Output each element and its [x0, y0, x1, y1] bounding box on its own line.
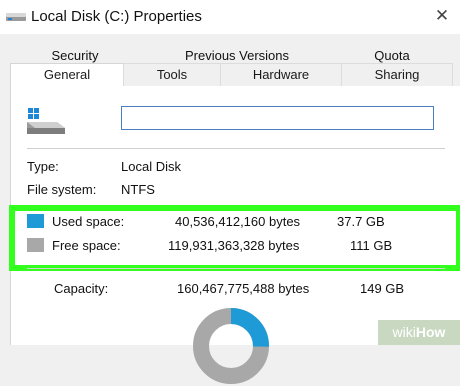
type-label: Type: — [27, 159, 59, 174]
free-space-bytes: 119,931,363,328 bytes — [168, 238, 300, 253]
drive-icon — [6, 13, 26, 21]
drive-name-input[interactable] — [121, 106, 434, 130]
free-space-swatch — [27, 238, 44, 252]
file-system-label: File system: — [27, 182, 97, 197]
free-space-label: Free space: — [52, 238, 121, 253]
tab-strip: Security Previous Versions Quota General… — [0, 34, 460, 92]
close-button[interactable]: ✕ — [432, 6, 452, 26]
title-bar: Local Disk (C:) Properties ✕ — [0, 0, 460, 34]
general-panel: Type: Local Disk File system: NTFS Used … — [9, 86, 460, 384]
divider — [27, 268, 445, 269]
window-title: Local Disk (C:) Properties — [31, 8, 202, 25]
file-system-value: NTFS — [121, 182, 155, 197]
watermark-how: How — [415, 324, 446, 340]
free-space-size: 111 GB — [350, 238, 393, 253]
drive-icon — [27, 108, 65, 134]
used-space-label: Used space: — [52, 214, 125, 229]
capacity-size: 149 GB — [360, 281, 405, 296]
capacity-bytes: 160,467,775,488 bytes — [177, 281, 310, 296]
divider — [27, 148, 445, 149]
usage-donut-chart — [193, 308, 269, 384]
tab-tools[interactable]: Tools — [123, 63, 221, 88]
wikihow-watermark: wikiHow — [378, 320, 460, 345]
space-highlight-box: Used space: 40,536,412,160 bytes 37.7 GB… — [9, 205, 460, 271]
tab-sharing[interactable]: Sharing — [341, 63, 453, 88]
tab-security[interactable]: Security — [33, 48, 117, 63]
tab-previous-versions[interactable]: Previous Versions — [152, 48, 322, 63]
used-space-swatch — [27, 214, 44, 228]
tab-hardware[interactable]: Hardware — [220, 63, 342, 88]
watermark-wiki: wiki — [392, 324, 416, 340]
type-value: Local Disk — [121, 159, 181, 174]
tab-quota[interactable]: Quota — [356, 48, 428, 63]
used-space-size: 37.7 GB — [337, 214, 385, 229]
close-icon: ✕ — [434, 6, 450, 25]
used-space-bytes: 40,536,412,160 bytes — [175, 214, 301, 229]
capacity-label: Capacity: — [54, 281, 109, 296]
